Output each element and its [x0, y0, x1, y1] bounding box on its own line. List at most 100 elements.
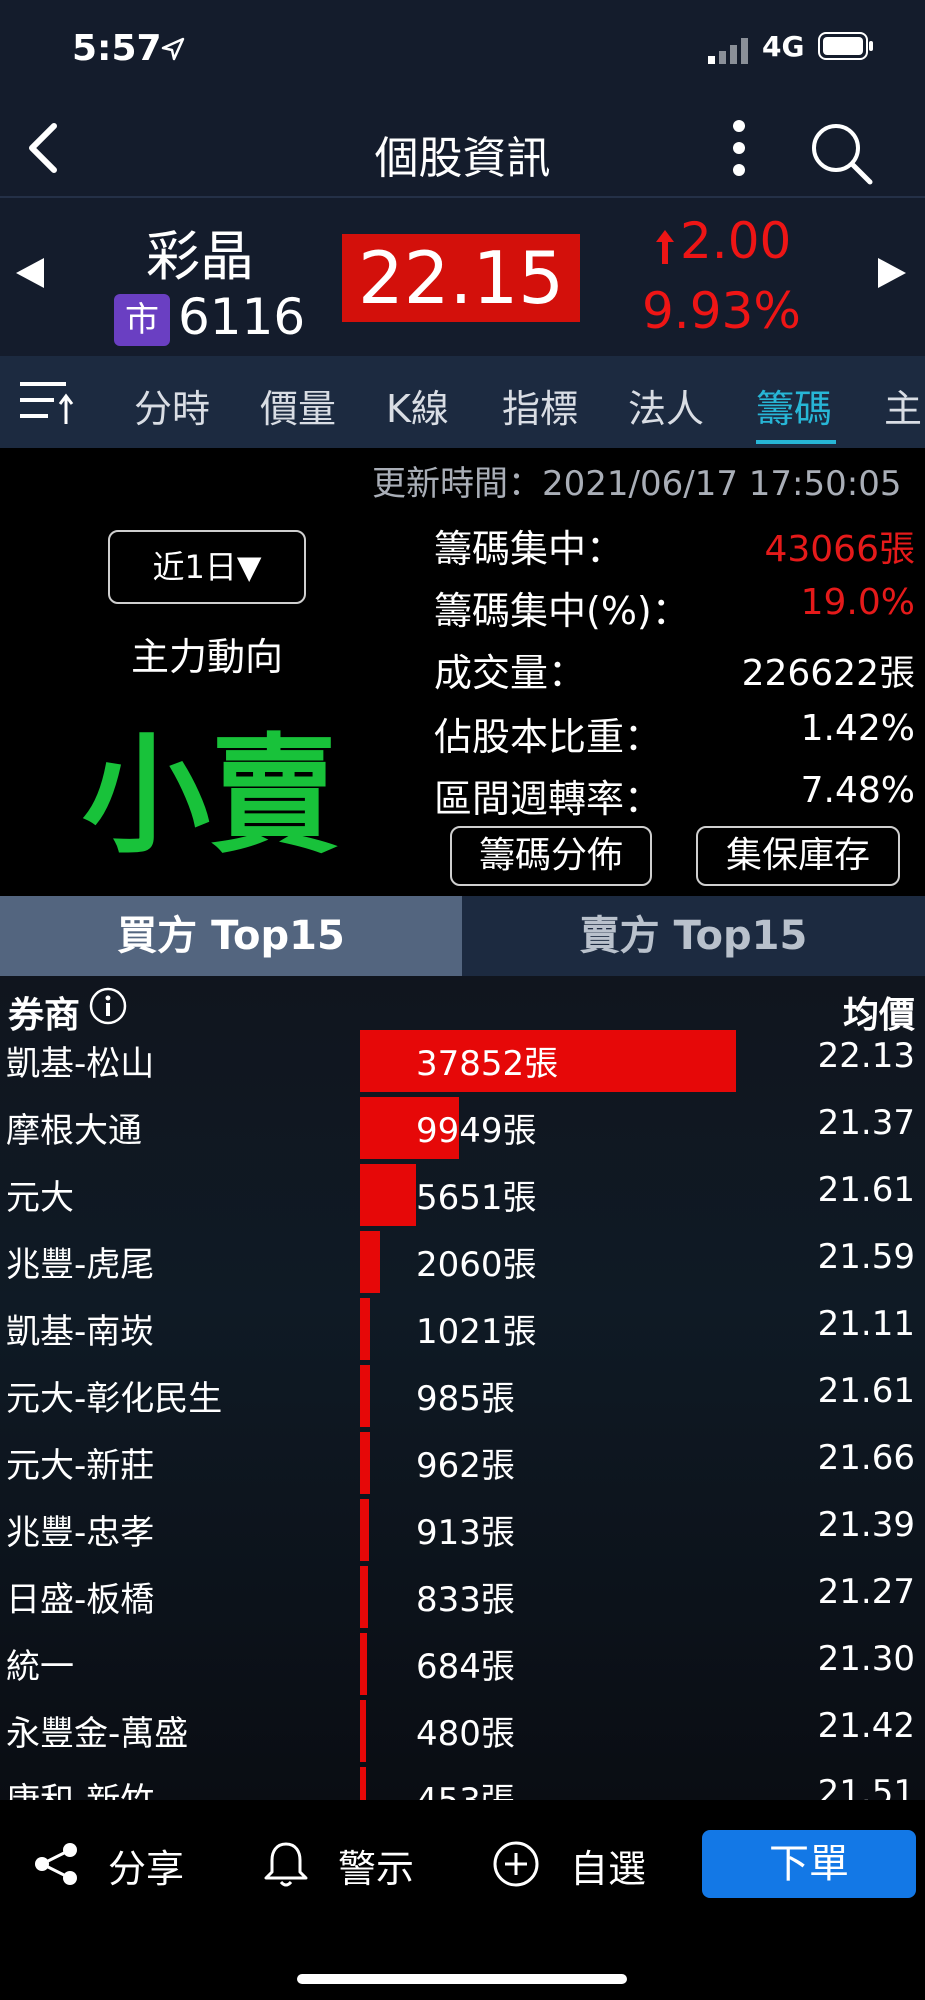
buy-amount: 684張: [416, 1647, 515, 1687]
broker-name: 永豐金-萬盛: [6, 1714, 189, 1754]
tab-institutional[interactable]: 法人: [628, 378, 704, 433]
info-icon[interactable]: [88, 986, 128, 1026]
avg-price: 21.27: [817, 1572, 915, 1612]
table-row[interactable]: 凱基-南崁 1021張 21.11: [0, 1296, 925, 1363]
table-row[interactable]: 日盛-板橋 833張 21.27: [0, 1564, 925, 1631]
location-arrow-icon: [161, 37, 185, 61]
add-circle-icon[interactable]: [492, 1840, 540, 1888]
broker-name: 康和-新竹: [6, 1773, 154, 1800]
table-row[interactable]: 兆豐-虎尾 2060張 21.59: [0, 1229, 925, 1296]
avg-price: 21.51: [817, 1773, 915, 1800]
stat-share-ratio-label: 佔股本比重：: [434, 715, 663, 759]
stat-concentration-pct-label: 籌碼集中(%)：: [434, 589, 690, 633]
table-row[interactable]: 摩根大通 9949張 21.37: [0, 1095, 925, 1162]
table-row[interactable]: 元大-新莊 962張 21.66: [0, 1430, 925, 1497]
table-row[interactable]: 統一 684張 21.30: [0, 1631, 925, 1698]
broker-name: 兆豐-虎尾: [6, 1245, 155, 1285]
period-dropdown[interactable]: 近1日▼: [108, 530, 306, 604]
main-force-label: 主力動向: [130, 635, 283, 679]
signal-icon: [708, 38, 748, 64]
tab-main[interactable]: 主: [884, 378, 922, 433]
buy-amount: 833張: [416, 1580, 515, 1620]
stock-name: 彩晶: [146, 225, 254, 288]
tab-indicators[interactable]: 指標: [502, 378, 578, 433]
buy-amount: 913張: [416, 1513, 515, 1553]
tab-kline[interactable]: K線: [386, 378, 449, 433]
avg-price: 21.66: [817, 1438, 915, 1478]
active-tab-indicator: [756, 440, 836, 444]
next-stock-arrow-icon[interactable]: [872, 248, 912, 298]
tab-timeshare[interactable]: 分時: [134, 378, 210, 433]
table-row[interactable]: 元大-彰化民生 985張 21.61: [0, 1363, 925, 1430]
search-icon[interactable]: [806, 118, 876, 188]
stat-concentration-label: 籌碼集中：: [434, 527, 625, 571]
table-row[interactable]: 康和-新竹 453張 21.51: [0, 1765, 925, 1800]
status-bar: 5:57 4G: [0, 0, 925, 100]
alert-label[interactable]: 警示: [338, 1838, 414, 1893]
volume-bar: [360, 1365, 370, 1427]
sort-menu-icon[interactable]: [18, 374, 78, 430]
tab-price-volume[interactable]: 價量: [260, 378, 336, 433]
broker-name: 兆豐-忠孝: [6, 1513, 155, 1553]
avg-price: 21.59: [817, 1237, 915, 1277]
custody-inventory-button[interactable]: 集保庫存: [696, 826, 900, 886]
buy-amount: 37852張: [416, 1044, 559, 1084]
buy-amount: 5651張: [416, 1178, 537, 1218]
table-row[interactable]: 凱基-松山 37852張 22.13: [0, 1028, 925, 1095]
update-time: 更新時間：2021/06/17 17:50:05: [372, 464, 902, 504]
avg-price: 21.42: [817, 1706, 915, 1746]
page-title: 個股資訊: [374, 133, 551, 184]
tab-sell-top15[interactable]: 賣方 Top15: [462, 896, 925, 976]
buy-amount: 480張: [416, 1714, 515, 1754]
avg-price: 21.61: [817, 1371, 915, 1411]
bell-icon[interactable]: [262, 1840, 310, 1888]
volume-bar: [360, 1298, 370, 1360]
stat-turnover-value: 7.48%: [800, 770, 915, 811]
stat-turnover-label: 區間週轉率：: [434, 777, 663, 821]
table-row[interactable]: 元大 5651張 21.61: [0, 1162, 925, 1229]
share-icon[interactable]: [32, 1840, 80, 1888]
market-badge: 市: [114, 294, 170, 346]
stock-code: 6116: [178, 288, 306, 346]
last-price: 22.15: [357, 236, 565, 320]
buy-amount: 962張: [416, 1446, 515, 1486]
price-box: 22.15: [342, 234, 580, 322]
chip-distribution-button[interactable]: 籌碼分佈: [450, 826, 652, 886]
tab-buy-top15[interactable]: 買方 Top15: [0, 896, 462, 976]
home-indicator: [297, 1974, 627, 1984]
avg-price: 21.11: [817, 1304, 915, 1344]
price-change-percent: 9.93%: [642, 282, 801, 340]
buy-amount: 985張: [416, 1379, 515, 1419]
avg-price: 21.30: [817, 1639, 915, 1679]
avg-price: 21.61: [817, 1170, 915, 1210]
order-button[interactable]: 下單: [702, 1830, 916, 1898]
tab-chips[interactable]: 籌碼: [756, 378, 832, 433]
table-row[interactable]: 兆豐-忠孝 913張 21.39: [0, 1497, 925, 1564]
status-time: 5:57: [72, 28, 162, 69]
main-force-value: 小賣: [81, 722, 338, 871]
network-type: 4G: [762, 30, 805, 63]
broker-name: 日盛-板橋: [6, 1580, 155, 1620]
broker-name: 元大-彰化民生: [6, 1379, 223, 1419]
broker-name: 摩根大通: [6, 1111, 142, 1151]
back-chevron-icon[interactable]: [20, 118, 70, 178]
watchlist-label[interactable]: 自選: [570, 1838, 646, 1893]
buy-amount: 9949張: [416, 1111, 537, 1151]
volume-bar: [360, 1432, 370, 1494]
volume-bar: [360, 1499, 369, 1561]
bottom-toolbar: 分享 警示 自選 下單: [0, 1800, 925, 2000]
share-label[interactable]: 分享: [108, 1838, 184, 1893]
more-vertical-icon[interactable]: [714, 118, 764, 178]
avg-price: 22.13: [817, 1036, 915, 1076]
stat-concentration-value: 43066張: [764, 529, 915, 570]
nav-bar: 個股資訊: [0, 100, 925, 196]
volume-bar: [360, 1700, 366, 1762]
previous-stock-arrow-icon[interactable]: [10, 248, 50, 298]
stat-volume-value: 226622張: [741, 653, 915, 694]
broker-name: 元大: [6, 1178, 74, 1218]
table-row[interactable]: 永豐金-萬盛 480張 21.42: [0, 1698, 925, 1765]
price-change: 2.00: [680, 212, 792, 270]
quote-header: 彩晶 市 6116 22.15 2.00 9.93%: [0, 196, 925, 358]
buy-amount: 453張: [416, 1773, 515, 1800]
volume-bar: [360, 1231, 380, 1293]
